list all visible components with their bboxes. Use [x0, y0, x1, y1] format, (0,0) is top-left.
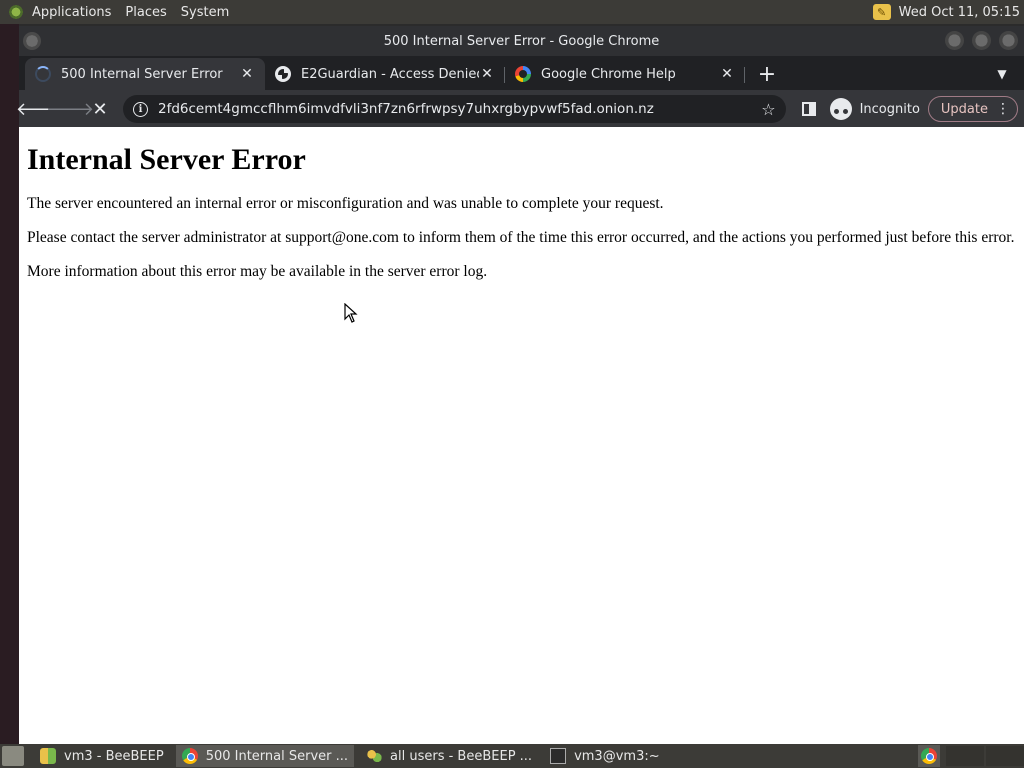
update-button[interactable]: Update ⋮ [927, 96, 1018, 122]
menu-system[interactable]: System [181, 5, 229, 20]
new-tab-button[interactable]: + [753, 60, 781, 88]
loading-spinner-icon [35, 66, 51, 82]
error-paragraph: Please contact the server administrator … [27, 229, 1015, 246]
url-text[interactable]: 2fd6cemt4gmccflhm6imvdfvli3nf7zn6rfrwpsy… [158, 101, 761, 117]
browser-toolbar: 🡐 🡒 ✕ i 2fd6cemt4gmccflhm6imvdfvli3nf7zn… [16, 90, 1024, 128]
bookmark-star-icon[interactable]: ☆ [761, 100, 775, 119]
taskbar: vm3 - BeeBEEP 500 Internal Server ... al… [0, 744, 1024, 768]
tab-title: E2Guardian - Access Denied [301, 66, 479, 82]
page-content: Internal Server Error The server encount… [19, 127, 1024, 744]
error-paragraph: The server encountered an internal error… [27, 195, 664, 212]
tab-title: Google Chrome Help [541, 66, 676, 82]
stop-loading-button[interactable]: ✕ [85, 94, 115, 124]
window-menu-button[interactable] [23, 32, 41, 50]
tab-strip: 500 Internal Server Error ✕ E2Guardian -… [19, 56, 1024, 90]
workspace-chrome[interactable] [918, 745, 940, 767]
task-terminal[interactable]: vm3@vm3:~ [544, 745, 666, 767]
incognito-indicator[interactable]: Incognito [829, 98, 920, 120]
task-label: all users - BeeBEEP ... [390, 748, 533, 764]
mouse-cursor-icon [344, 303, 358, 323]
update-label: Update [940, 101, 988, 117]
task-chrome[interactable]: 500 Internal Server ... [175, 745, 355, 767]
task-vm3-beebeep[interactable]: vm3 - BeeBEEP [34, 745, 170, 767]
task-label: vm3 - BeeBEEP [64, 748, 164, 764]
top-panel: Applications Places System ✎ Wed Oct 11,… [0, 0, 1024, 24]
chrome-icon [181, 748, 198, 764]
google-icon [515, 66, 531, 82]
incognito-icon [829, 98, 852, 120]
forward-button[interactable]: 🡒 [46, 94, 94, 124]
tab-separator [744, 67, 745, 83]
chrome-icon [921, 748, 937, 764]
window-title: 500 Internal Server Error - Google Chrom… [383, 33, 660, 49]
menu-applications[interactable]: Applications [32, 5, 111, 20]
task-label: vm3@vm3:~ [574, 748, 660, 764]
show-desktop-icon[interactable] [2, 746, 24, 766]
globe-icon [275, 66, 291, 82]
tab-title: 500 Internal Server Error [61, 66, 223, 82]
tab-e2guardian[interactable]: E2Guardian - Access Denied ✕ [265, 58, 505, 90]
side-panel-button[interactable] [796, 96, 822, 122]
desktop-background [0, 24, 19, 744]
menu-places[interactable]: Places [125, 5, 166, 20]
more-menu-icon[interactable]: ⋮ [996, 101, 1010, 117]
window-titlebar[interactable]: 500 Internal Server Error - Google Chrom… [19, 26, 1024, 56]
error-paragraph: More information about this error may be… [27, 263, 488, 280]
tab-chrome-help[interactable]: Google Chrome Help ✕ [505, 58, 745, 90]
task-label: 500 Internal Server ... [205, 748, 349, 764]
workspace-3[interactable] [986, 746, 1024, 766]
users-icon [366, 748, 383, 764]
tab-search-chevron-icon[interactable]: ▼ [992, 64, 1012, 84]
close-window-button[interactable] [999, 31, 1018, 50]
tab-internal-server-error[interactable]: 500 Internal Server Error ✕ [25, 58, 265, 90]
maximize-button[interactable] [972, 31, 991, 50]
distro-logo-icon[interactable] [6, 2, 26, 22]
address-bar[interactable]: i 2fd6cemt4gmccflhm6imvdfvli3nf7zn6rfrwp… [123, 95, 786, 123]
close-tab-icon[interactable]: ✕ [239, 66, 255, 82]
close-tab-icon[interactable]: ✕ [479, 66, 495, 82]
side-panel-icon [801, 102, 816, 116]
close-tab-icon[interactable]: ✕ [719, 66, 735, 82]
chrome-window: 500 Internal Server Error - Google Chrom… [16, 26, 1024, 744]
terminal-icon [550, 748, 567, 764]
task-all-users-beebeep[interactable]: all users - BeeBEEP ... [360, 745, 538, 767]
notes-tray-icon[interactable]: ✎ [872, 4, 891, 20]
clock[interactable]: Wed Oct 11, 05:15 [899, 5, 1020, 20]
minimize-button[interactable] [945, 31, 964, 50]
error-heading: Internal Server Error [27, 143, 306, 176]
site-info-icon[interactable]: i [133, 101, 148, 117]
workspace-2[interactable] [946, 746, 984, 766]
beebeep-icon [40, 748, 56, 764]
incognito-label: Incognito [859, 101, 920, 117]
